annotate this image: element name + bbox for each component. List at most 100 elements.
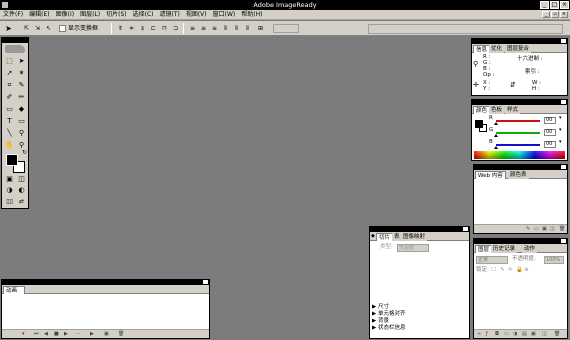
red-dropdown-icon[interactable]: ▾ (559, 115, 562, 122)
doc-close-icon[interactable]: × (560, 11, 568, 18)
blue-value[interactable]: 00 (544, 141, 556, 148)
opacity-input[interactable]: 100% (544, 256, 564, 264)
section-status-bar[interactable]: ▶ 状态栏信息 (372, 325, 406, 332)
image-map-visibility-icon[interactable]: ◫ (16, 174, 27, 185)
tab-slice[interactable]: 切片 (376, 233, 394, 241)
new-set-icon[interactable]: ▭ (504, 332, 509, 337)
align-top-icon[interactable]: ⫪ (116, 24, 125, 33)
tab-layer-comps[interactable]: 图层复合 (505, 45, 532, 53)
menu-slice[interactable]: 切片(S) (103, 10, 130, 20)
slice-type-select[interactable]: 无图像 (397, 244, 429, 252)
blend-mode-select[interactable]: 正常 (476, 256, 508, 264)
distribute-right-icon[interactable]: ⫴ (243, 24, 252, 33)
distribute-hcenter-icon[interactable]: ⫴ (232, 24, 241, 33)
eraser-tool-icon[interactable]: ▭ (4, 104, 15, 115)
previous-frame-icon[interactable]: ◀ (44, 332, 48, 337)
move-tool-icon[interactable]: ➤ (4, 24, 13, 33)
close-icon[interactable] (561, 165, 566, 169)
slice-tool-icon[interactable]: ✎ (16, 80, 27, 91)
distribute-left-icon[interactable]: ⫴ (221, 24, 230, 33)
minimize-button[interactable]: _ (540, 1, 549, 9)
close-icon[interactable] (463, 227, 468, 231)
tab-color[interactable]: 颜色 (473, 106, 491, 114)
tab-history[interactable]: 历史记录 (491, 245, 518, 253)
toggle-slice-visibility-icon[interactable]: ▣ (4, 174, 15, 185)
palette-well[interactable] (368, 24, 563, 34)
tab-web-content[interactable]: Web 内容 (475, 171, 506, 179)
duplicate-layer-icon[interactable]: ▣ (531, 332, 536, 337)
unify-icon[interactable]: ⊕ (524, 267, 529, 274)
menu-view[interactable]: 视图(V) (183, 10, 210, 20)
align-bottom-icon[interactable]: ⫫ (138, 24, 147, 33)
green-slider-handle[interactable] (494, 134, 498, 137)
panel-expand-icon[interactable]: ◆ (371, 233, 375, 240)
brush-tool-icon[interactable]: ✐ (4, 92, 15, 103)
show-bounding-box-checkbox[interactable] (59, 25, 66, 32)
tab-animation[interactable]: 动画 (3, 286, 25, 294)
menu-layer[interactable]: 图层(L) (77, 10, 103, 20)
green-slider[interactable] (496, 132, 540, 134)
move-option-b-icon[interactable]: ⇲ (33, 24, 42, 33)
red-slider[interactable] (496, 120, 540, 122)
menu-edit[interactable]: 编辑(E) (26, 10, 52, 20)
tab-info[interactable]: 信息 (473, 45, 491, 53)
type-tool-icon[interactable]: T (4, 116, 15, 127)
close-icon[interactable] (561, 39, 566, 43)
crop-tool-icon[interactable]: ⌗ (4, 80, 15, 91)
close-button[interactable]: × (560, 1, 569, 9)
trash-icon[interactable]: 🗑 (554, 332, 560, 337)
blur-tool-icon[interactable]: ◆ (16, 104, 27, 115)
tween-icon[interactable]: ⋯ (76, 332, 81, 337)
section-cell-align[interactable]: ▶ 单元格对齐 (372, 311, 406, 318)
jump-to-photoshop-icon[interactable]: ⇄ (16, 196, 27, 207)
tab-styles[interactable]: 样式 (505, 106, 521, 114)
new-icon[interactable]: ◫ (550, 227, 555, 232)
loop-options-icon[interactable]: ▾ (22, 332, 25, 337)
menu-select[interactable]: 选择(C) (130, 10, 157, 20)
new-layer-icon[interactable]: ◫ (542, 332, 547, 337)
adobe-online-icon[interactable] (5, 45, 25, 53)
green-value[interactable]: 00 (544, 129, 556, 136)
blue-dropdown-icon[interactable]: ▾ (559, 139, 562, 146)
line-tool-icon[interactable]: ╲ (4, 128, 15, 139)
add-mask-icon[interactable]: ◘ (495, 332, 499, 337)
marquee-tool-icon[interactable]: ⬚ (4, 56, 15, 67)
close-icon[interactable] (203, 280, 208, 284)
close-icon[interactable] (561, 239, 566, 243)
tab-actions[interactable]: 动作 (522, 245, 538, 253)
lock-image-icon[interactable]: ✎ (500, 267, 505, 274)
lock-position-icon[interactable]: ✛ (508, 267, 513, 274)
menu-filter[interactable]: 滤镜(T) (156, 10, 182, 20)
stop-icon[interactable]: ■ (54, 332, 59, 337)
trash-icon[interactable]: 🗑 (559, 227, 565, 232)
distribute-spacing-icon[interactable]: ⊞ (256, 24, 265, 33)
menu-file[interactable]: 文件(F) (0, 10, 26, 20)
tab-swatches[interactable]: 色板 (489, 106, 505, 114)
hand-tool-icon[interactable]: ✋ (4, 140, 15, 151)
add-style-icon[interactable]: ƒ (486, 332, 488, 337)
align-right-icon[interactable]: ⊐ (171, 24, 180, 33)
blue-slider-handle[interactable] (494, 146, 498, 149)
menu-window[interactable]: 窗口(W) (210, 10, 239, 20)
green-dropdown-icon[interactable]: ▾ (559, 127, 562, 134)
link-icon[interactable]: ∞ (477, 332, 481, 337)
menu-image[interactable]: 图像(I) (53, 10, 77, 20)
play-icon[interactable]: ▶ (90, 332, 94, 337)
align-left-icon[interactable]: ⊏ (149, 24, 158, 33)
screen-mode-icon[interactable]: ▯▯ (4, 196, 15, 207)
tab-optimize[interactable]: 优化 (489, 45, 505, 53)
trash-icon[interactable]: 🗑 (118, 332, 124, 337)
adjustment-icon[interactable]: ◑ (513, 332, 517, 337)
lock-transparency-icon[interactable]: ☐ (491, 267, 496, 274)
menu-help[interactable]: 帮助(H) (238, 10, 265, 20)
maximize-button[interactable]: □ (550, 1, 559, 9)
section-size[interactable]: ▶ 尺寸 (372, 304, 389, 311)
spacing-dropdown[interactable] (273, 24, 299, 33)
pencil-tool-icon[interactable]: ✏ (16, 92, 27, 103)
distribute-top-icon[interactable]: ≡ (188, 24, 197, 33)
section-background[interactable]: ▶ 背景 (372, 318, 389, 325)
align-hcenter-icon[interactable]: ⊓ (160, 24, 169, 33)
duplicate-icon[interactable]: ▣ (542, 227, 547, 232)
blue-slider[interactable] (496, 144, 540, 146)
next-frame-icon[interactable]: ▶ (64, 332, 68, 337)
